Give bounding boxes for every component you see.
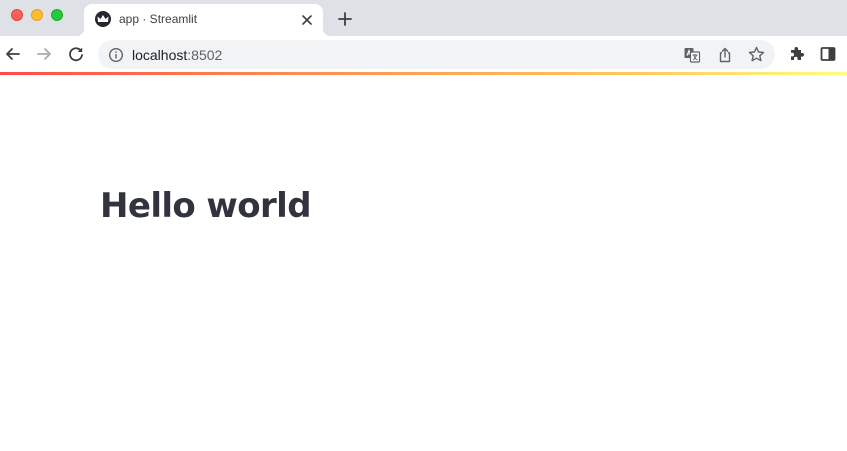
back-arrow-icon[interactable] — [3, 44, 23, 64]
streamlit-crown-icon — [95, 11, 111, 27]
minimize-window-icon[interactable] — [31, 9, 43, 21]
browser-window: app · Streamlit localhost:8502 Hello wor… — [0, 0, 847, 451]
puzzle-icon[interactable] — [787, 44, 807, 64]
url-port: :8502 — [187, 47, 223, 63]
new-tab-icon[interactable] — [336, 10, 354, 28]
maximize-window-icon[interactable] — [51, 9, 63, 21]
page-title: Hello world — [100, 186, 312, 226]
info-icon[interactable] — [108, 47, 124, 63]
url-text: localhost:8502 — [132, 47, 222, 63]
app-main-area: Hello world — [0, 75, 847, 451]
tab-strip: app · Streamlit — [0, 0, 847, 36]
reload-icon[interactable] — [66, 44, 86, 64]
close-icon[interactable] — [299, 12, 315, 28]
translate-icon[interactable] — [683, 46, 701, 64]
tab-title: app · Streamlit — [119, 12, 198, 26]
address-bar[interactable]: localhost:8502 — [98, 40, 775, 69]
star-icon[interactable] — [747, 45, 766, 64]
url-host: localhost — [132, 47, 188, 63]
side-panel-icon[interactable] — [818, 44, 838, 64]
forward-arrow-icon[interactable] — [34, 44, 54, 64]
browser-toolbar: localhost:8502 — [0, 36, 847, 72]
close-window-icon[interactable] — [11, 9, 23, 21]
browser-tab[interactable]: app · Streamlit — [76, 4, 331, 36]
share-icon[interactable] — [716, 46, 734, 64]
